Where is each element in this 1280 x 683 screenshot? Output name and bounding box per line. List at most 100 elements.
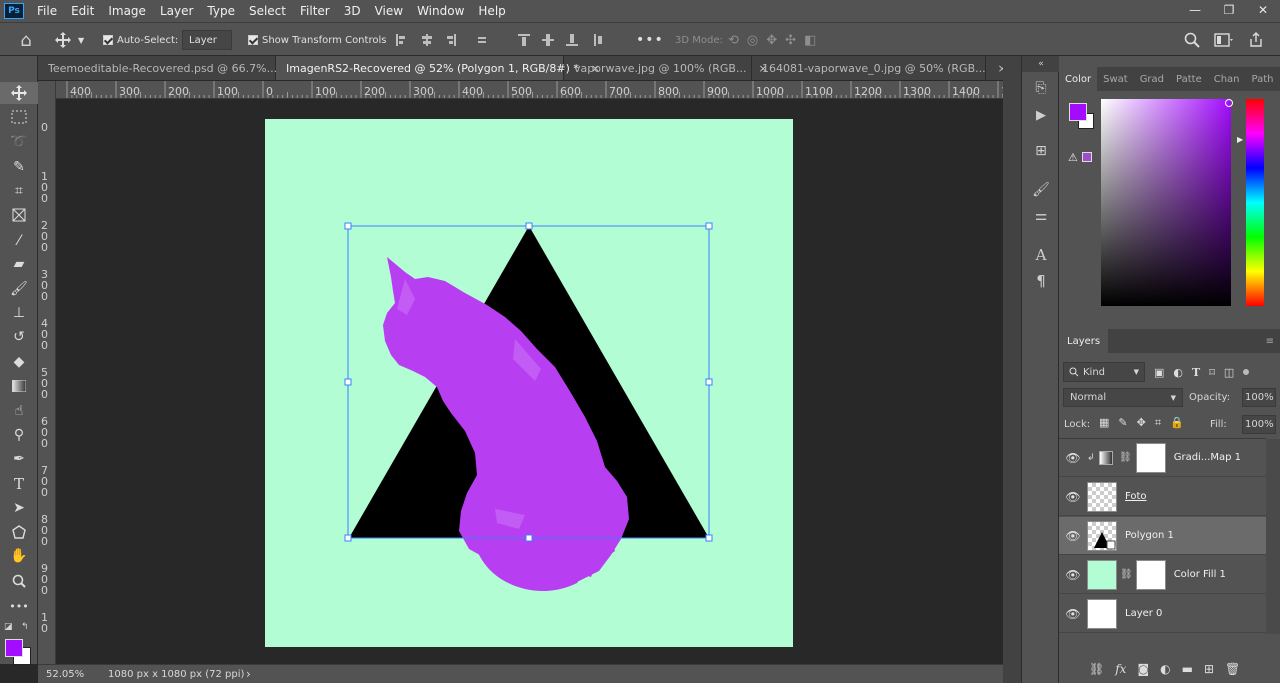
menu-image[interactable]: Image (101, 0, 153, 22)
frame-tool[interactable] (0, 204, 38, 226)
swap-colors-icon[interactable]: ↰ (21, 622, 29, 632)
layers-menu-icon[interactable]: ≡ (1260, 329, 1280, 353)
visibility-eye-icon[interactable]: 👁 (1059, 451, 1087, 465)
tab-imagenrs2[interactable]: ImagenRS2-Recovered @ 52% (Polygon 1, RG… (276, 56, 600, 80)
actions-panel-icon[interactable]: ▶ (1031, 105, 1051, 125)
visibility-eye-icon[interactable]: 👁 (1059, 529, 1087, 543)
shape-tool[interactable] (0, 521, 38, 543)
canvas-area[interactable] (56, 99, 1003, 664)
move-tool[interactable] (0, 82, 38, 104)
tab-color[interactable]: Color (1059, 67, 1098, 91)
more-options-button[interactable]: ••• (636, 23, 664, 57)
layer-row-polygon[interactable]: 👁 Polygon 1 (1059, 517, 1266, 555)
link-chain-icon[interactable]: ⛓ (1119, 452, 1132, 463)
foreground-color-swatch[interactable] (5, 639, 23, 657)
eraser-tool[interactable]: ◆ (0, 351, 38, 373)
transform-handle[interactable] (344, 534, 352, 542)
menu-edit[interactable]: Edit (64, 0, 101, 22)
3d-pan-icon[interactable]: ✥ (766, 33, 777, 48)
layer-thumbnail[interactable] (1087, 598, 1117, 629)
3d-camera-icon[interactable]: ◧ (804, 33, 816, 48)
layer-mask-thumbnail[interactable] (1135, 559, 1166, 590)
tab-vaporwave[interactable]: vaporwave.jpg @ 100% (RGB... × (564, 56, 768, 80)
gamut-color-swatch[interactable] (1082, 152, 1092, 162)
path-selection-tool[interactable]: ➤ (0, 497, 38, 519)
eyedropper-tool[interactable]: ⁄ (0, 230, 38, 252)
healing-brush-tool[interactable]: ▰ (0, 253, 38, 275)
lock-artboard-icon[interactable]: ⌗ (1155, 416, 1161, 430)
color-field[interactable] (1101, 99, 1231, 306)
3d-roll-icon[interactable]: ◎ (747, 33, 758, 48)
quick-select-tool[interactable]: ✎ (0, 156, 38, 178)
history-brush-tool[interactable]: ↺ (0, 326, 38, 348)
gradient-tool[interactable] (0, 375, 38, 397)
brush-settings-icon[interactable]: 🖌 (1031, 180, 1051, 200)
color-fill-thumbnail[interactable] (1087, 559, 1117, 590)
tab-teemoeditable[interactable]: Teemoeditable-Recovered.psd @ 66.7%...× (38, 56, 298, 80)
layer-row-layer-0[interactable]: 👁 Layer 0 (1059, 595, 1266, 633)
filter-pixel-icon[interactable]: ▣ (1154, 366, 1164, 379)
tab-164081-vaporwave[interactable]: 164081-vaporwave_0.jpg @ 50% (RGB...× (752, 56, 1007, 80)
lock-position-icon[interactable]: ✥ (1137, 416, 1146, 430)
auto-select-checkbox[interactable]: Auto-Select: (103, 23, 178, 57)
transform-handle[interactable] (344, 222, 352, 230)
blend-mode-dropdown[interactable]: Normal ▼ (1063, 388, 1183, 407)
delete-layer-icon[interactable]: 🗑 (1225, 662, 1240, 676)
add-mask-icon[interactable]: ◙ (1137, 662, 1149, 676)
color-field-picker[interactable] (1225, 99, 1233, 107)
link-layers-icon[interactable]: ⛓ (1089, 662, 1104, 676)
new-group-icon[interactable]: ▬ (1182, 662, 1193, 676)
paragraph-panel-icon[interactable]: ¶ (1031, 271, 1051, 291)
crop-tool[interactable]: ⌗ (0, 180, 38, 202)
tab-patterns[interactable]: Patte (1170, 67, 1208, 91)
smudge-tool[interactable]: ☝ (0, 400, 38, 422)
transform-handle[interactable] (344, 378, 352, 386)
home-icon[interactable]: ⌂ (12, 23, 40, 57)
transform-handle[interactable] (705, 378, 713, 386)
opacity-input[interactable]: 100% (1242, 388, 1276, 407)
ruler-origin[interactable] (38, 81, 56, 99)
search-icon[interactable] (1184, 32, 1200, 48)
marquee-tool[interactable] (0, 106, 38, 128)
minimize-button[interactable]: — (1178, 0, 1212, 22)
align-icons[interactable] (386, 32, 486, 48)
visibility-eye-icon[interactable]: 👁 (1059, 490, 1087, 504)
zoom-tool[interactable] (0, 570, 38, 592)
filter-adjustment-icon[interactable]: ◐ (1173, 366, 1183, 379)
color-panel-fg-swatch[interactable] (1069, 103, 1087, 121)
lock-pixels-icon[interactable]: ✎ (1118, 416, 1127, 430)
layer-mask-thumbnail[interactable] (1135, 442, 1166, 473)
auto-select-target-dropdown[interactable]: Layer (182, 30, 232, 50)
edit-toolbar-button[interactable]: ••• (0, 595, 38, 617)
menu-type[interactable]: Type (200, 0, 242, 22)
default-colors-icon[interactable]: ◪ (4, 622, 13, 632)
history-panel-icon[interactable]: ⎘ (1031, 78, 1051, 98)
menu-layer[interactable]: Layer (153, 0, 200, 22)
layers-scrollbar[interactable] (1266, 439, 1280, 634)
tab-swatches[interactable]: Swat (1097, 67, 1134, 91)
menu-3d[interactable]: 3D (337, 0, 368, 22)
collapse-panels-icon[interactable]: « (1022, 56, 1060, 72)
libraries-panel-icon[interactable]: ⊞ (1031, 141, 1051, 161)
tab-layers[interactable]: Layers (1059, 329, 1109, 353)
menu-file[interactable]: File (30, 0, 64, 22)
3d-slide-icon[interactable]: ✣ (785, 33, 796, 48)
layer-row-gradient-map[interactable]: 👁 ↲ ⛓ Gradi...Map 1 (1059, 439, 1266, 477)
visibility-eye-icon[interactable]: 👁 (1059, 568, 1087, 582)
menu-help[interactable]: Help (471, 0, 512, 22)
hue-slider[interactable] (1246, 99, 1264, 306)
dodge-tool[interactable]: ⚲ (0, 424, 38, 446)
lock-transparency-icon[interactable]: ▦ (1099, 416, 1109, 430)
tab-gradients[interactable]: Grad (1134, 67, 1170, 91)
new-layer-icon[interactable]: ⊞ (1204, 662, 1214, 676)
out-of-gamut-warning-icon[interactable]: ⚠ (1068, 151, 1078, 164)
transform-handle[interactable] (705, 534, 713, 542)
document-canvas[interactable] (265, 119, 793, 647)
hue-slider-marker-icon[interactable]: ▶ (1237, 135, 1243, 144)
tab-paths[interactable]: Path (1246, 67, 1280, 91)
character-panel-icon[interactable]: A (1031, 245, 1051, 265)
distribute-icons[interactable] (510, 32, 610, 48)
new-adjustment-layer-icon[interactable]: ◐ (1160, 662, 1170, 676)
visibility-eye-icon[interactable]: 👁 (1059, 607, 1087, 621)
fill-input[interactable]: 100% (1242, 415, 1276, 434)
